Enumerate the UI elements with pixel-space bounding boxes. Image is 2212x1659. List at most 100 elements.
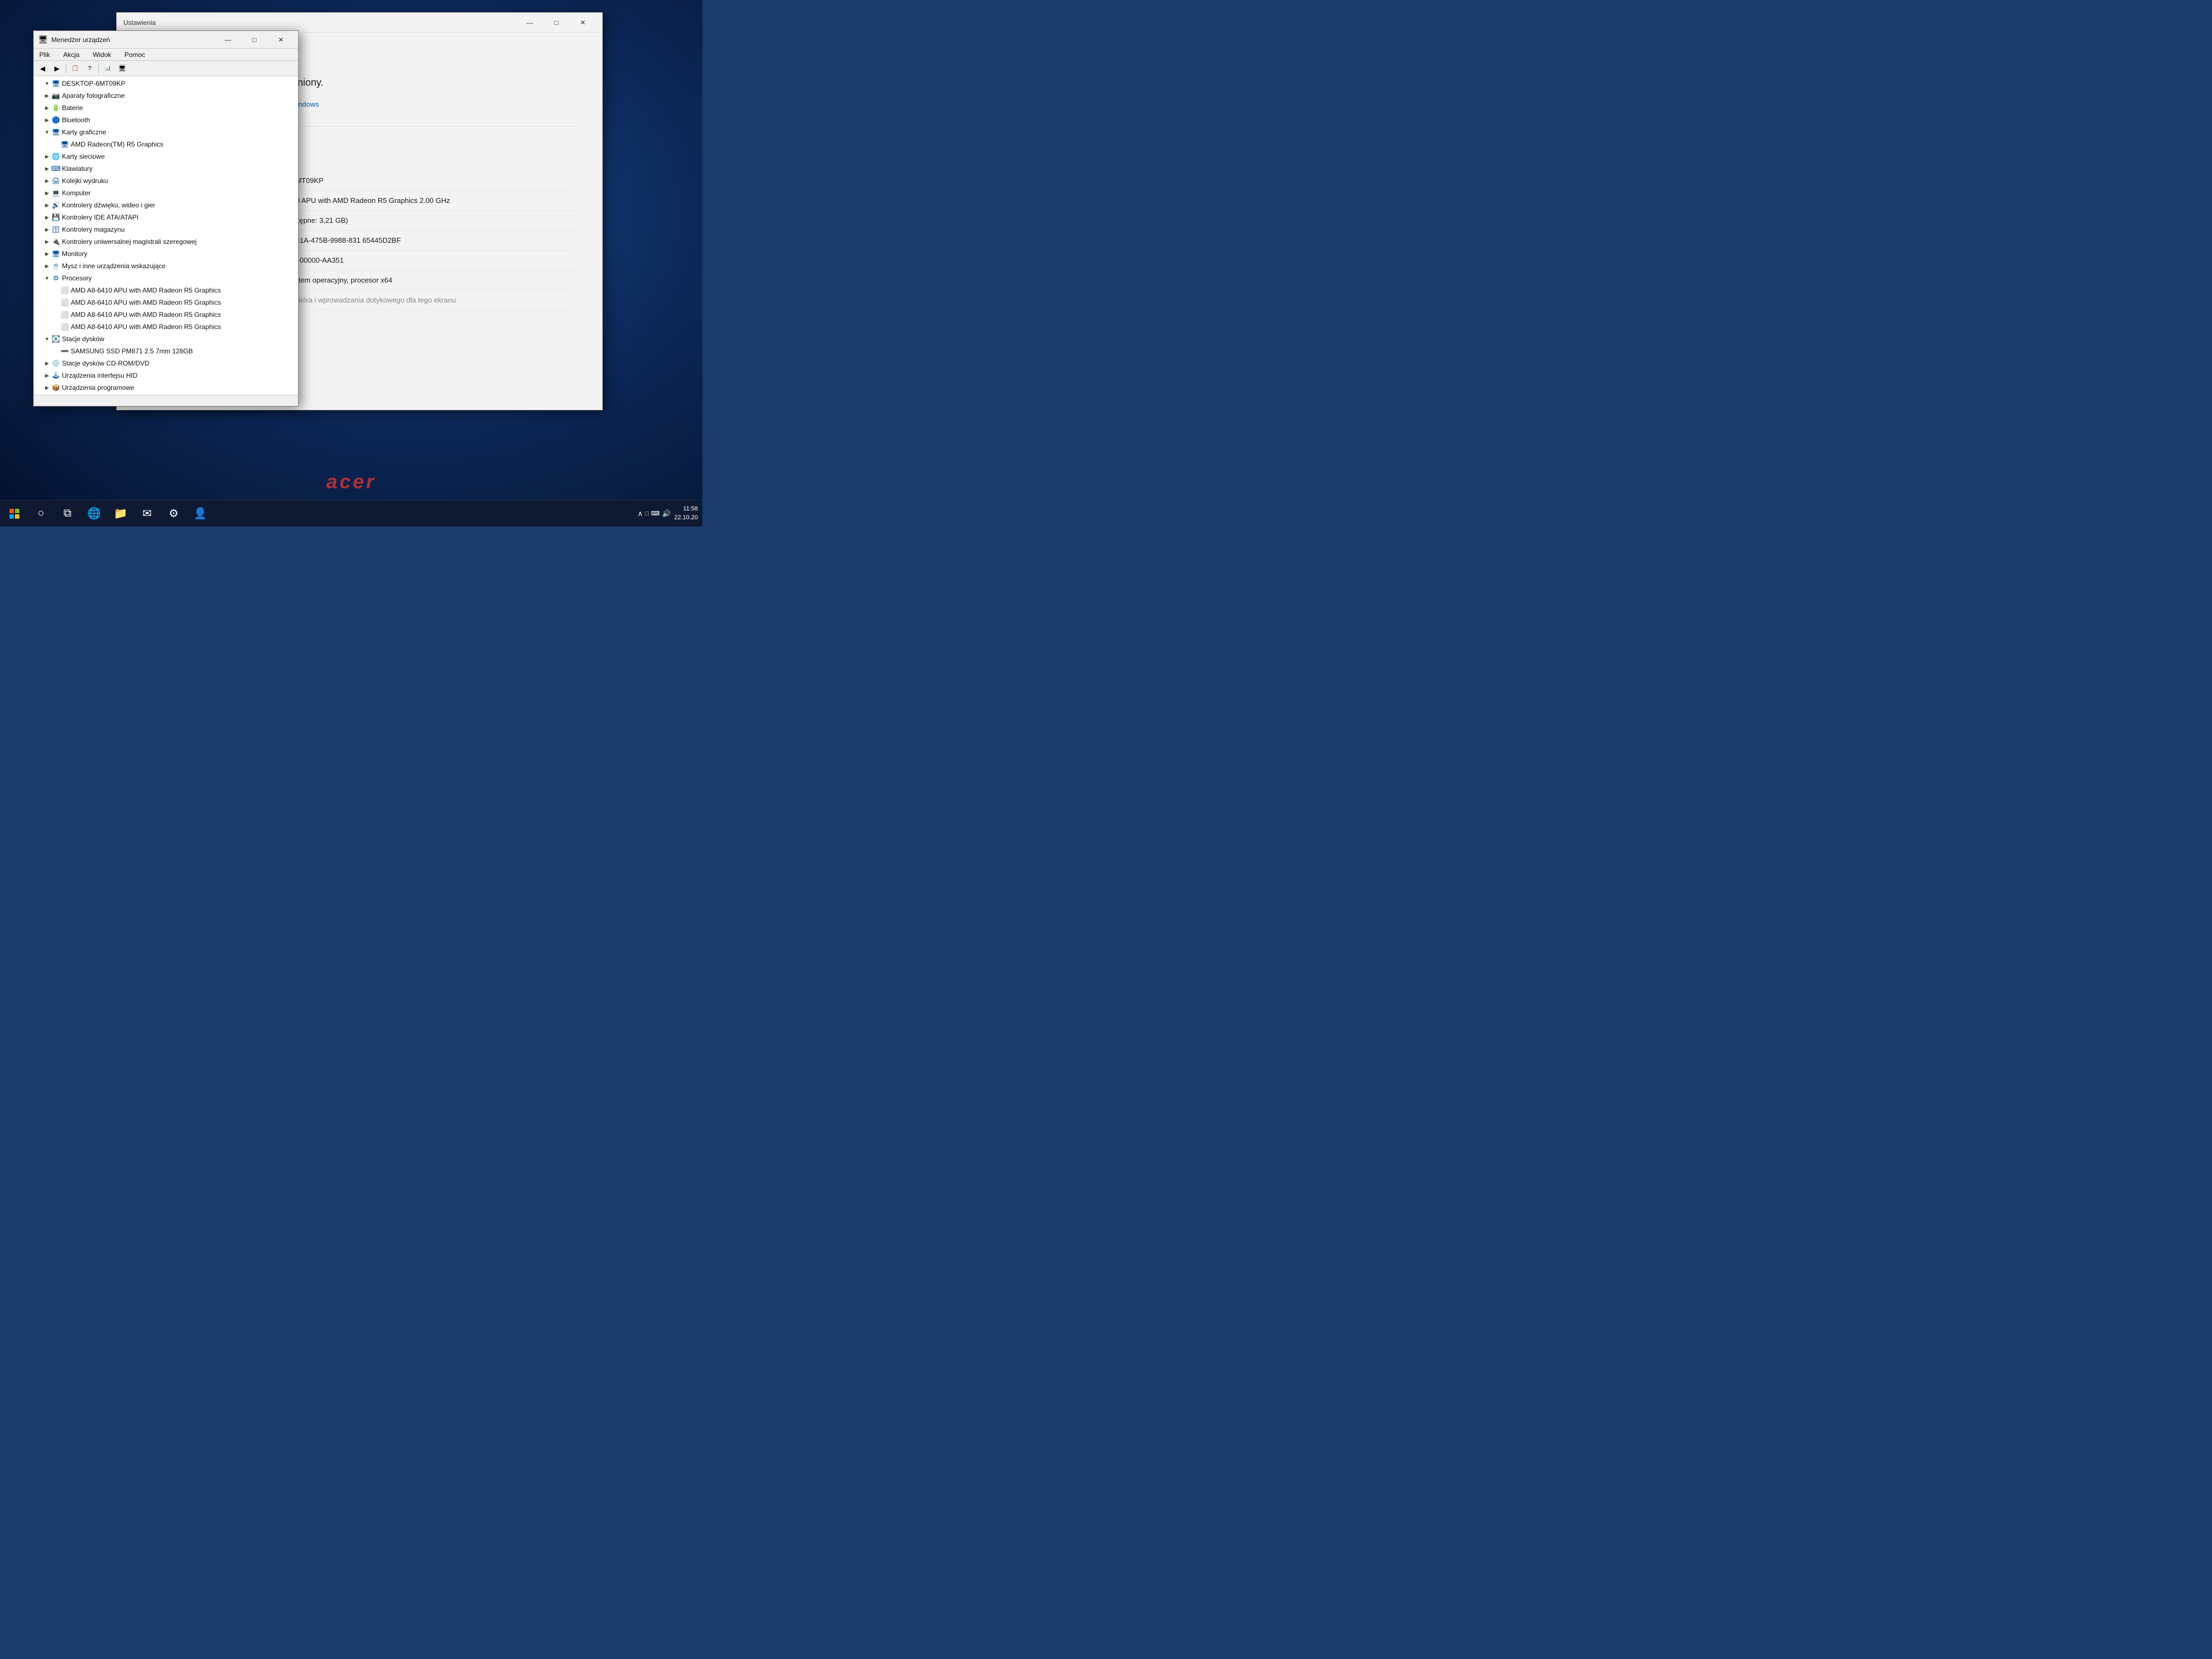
tree-expander: ▶ — [43, 152, 51, 161]
menu-item-pomoc[interactable]: Pomoc — [121, 50, 148, 60]
tree-item-label: Stacje dysków CD-ROM/DVD — [62, 359, 149, 367]
tree-item[interactable]: ▼ 💽 Stacje dysków — [34, 333, 298, 345]
devmgr-titlebar: 🖥 Menedżer urządzeń — □ ✕ — [34, 31, 298, 49]
tree-item[interactable]: ▼ 🖥 Karty graficzne — [34, 126, 298, 138]
tree-item[interactable]: ▶ 🌐 Karty sieciowe — [34, 150, 298, 163]
tree-item-icon: 📷 — [51, 91, 60, 100]
tree-expander: ▶ — [43, 91, 51, 100]
devmgr-tree[interactable]: ▼ 🖥 DESKTOP-6MT09KP ▶ 📷 Aparaty fotograf… — [34, 76, 298, 395]
tree-item[interactable]: ▶ 💻 Komputer — [34, 187, 298, 199]
tree-root[interactable]: ▼ 🖥 DESKTOP-6MT09KP — [34, 77, 298, 90]
tree-item[interactable]: ▶ 🕹 Urządzenia interfejsu HID — [34, 369, 298, 382]
toolbar-view[interactable]: 📊 — [101, 62, 114, 75]
tree-item[interactable]: ▶ 🗄 Kontrolery magazynu — [34, 223, 298, 236]
tree-item[interactable]: 🖥 AMD Radeon(TM) R5 Graphics — [34, 138, 298, 150]
tree-item-label: Komputer — [62, 189, 91, 197]
toolbar-help[interactable]: ? — [83, 62, 96, 75]
tree-item[interactable]: ▶ 🔋 Baterie — [34, 102, 298, 114]
taskbar-mail-button[interactable]: ✉ — [135, 502, 159, 526]
devmgr-minimize-button[interactable]: — — [215, 31, 241, 49]
acer-logo: acer — [326, 470, 376, 493]
settings-close-button[interactable]: ✕ — [570, 14, 596, 32]
menu-item-akcja[interactable]: Akcja — [60, 50, 82, 60]
toolbar-properties[interactable]: 📋 — [69, 62, 82, 75]
settings-window-title: Ustawienia — [123, 19, 156, 27]
spec-value: 00326-10000-00000-AA351 — [255, 256, 575, 264]
taskbar-taskview-button[interactable]: ⧉ — [55, 502, 80, 526]
tree-expander: ▶ — [43, 116, 51, 124]
tree-item[interactable]: ▶ 🔊 Kontrolery dźwięku, wideo i gier — [34, 199, 298, 211]
tree-item[interactable]: ⬜ AMD A8-6410 APU with AMD Radeon R5 Gra… — [34, 296, 298, 309]
tree-item[interactable]: ▶ 💿 Stacje dysków CD-ROM/DVD — [34, 357, 298, 369]
menu-item-widok[interactable]: Widok — [90, 50, 114, 60]
taskbar-explorer-button[interactable]: 📁 — [108, 502, 133, 526]
tree-expander — [51, 322, 60, 331]
tree-item-label: Kontrolery dźwięku, wideo i gier — [62, 201, 155, 209]
tree-item[interactable]: ▶ 🔵 Bluetooth — [34, 114, 298, 126]
tree-item-label: AMD A8-6410 APU with AMD Radeon R5 Graph… — [71, 323, 221, 331]
tree-expander — [51, 310, 60, 319]
tree-item[interactable]: ▶ 🖱 Mysz i inne urządzenia wskazujące — [34, 260, 298, 272]
devmgr-title-area: 🖥 Menedżer urządzeń — [38, 35, 110, 44]
taskbar-keyboard-icon[interactable]: ⌨ — [651, 510, 660, 517]
tree-item-label: Kontrolery uniwersalnej magistrali szere… — [62, 238, 196, 246]
tree-item-icon: ⚙ — [51, 274, 60, 283]
taskbar-left: ○⧉🌐📁✉⚙👤 — [0, 502, 638, 526]
taskbar-search-button[interactable]: ○ — [29, 502, 53, 526]
tree-expander: ▶ — [43, 262, 51, 270]
tree-item[interactable]: ▶ ⌨ Klawiatury — [34, 163, 298, 175]
tree-item-label: Urządzenia programowe — [62, 384, 134, 392]
toolbar-back[interactable]: ◀ — [36, 62, 49, 75]
taskbar-edge-button[interactable]: 🌐 — [82, 502, 106, 526]
taskbar-start-button[interactable] — [2, 502, 27, 526]
tree-item[interactable]: ➖ SAMSUNG SSD PM871 2.5 7mm 128GB — [34, 345, 298, 357]
tree-item[interactable]: ⬜ AMD A8-6410 APU with AMD Radeon R5 Gra… — [34, 284, 298, 296]
tree-item-label: AMD A8-6410 APU with AMD Radeon R5 Graph… — [71, 286, 221, 294]
settings-titlebar: Ustawienia — □ ✕ — [117, 13, 602, 33]
tree-item[interactable]: ▶ 💾 Kontrolery IDE ATA/ATAPI — [34, 211, 298, 223]
tree-item-label: Kontrolery magazynu — [62, 226, 124, 233]
toolbar-computer[interactable]: 🖥 — [116, 62, 129, 75]
tree-item[interactable]: ▼ ⚙ Procesory — [34, 272, 298, 284]
tree-expander — [51, 298, 60, 307]
taskbar-date: 22.10.20 — [674, 514, 698, 522]
tree-item-icon: 🖥 — [51, 128, 60, 137]
taskbar-right: ∧ □ ⌨ 🔊 11:58 22.10.20 — [638, 505, 702, 522]
taskbar-notification-icon[interactable]: ∧ — [638, 509, 643, 518]
tree-item[interactable]: ▶ 🖥 Monitory — [34, 248, 298, 260]
tree-item-icon: 💽 — [51, 335, 60, 343]
spec-value: Brak obsługi pióra i wprowadzania dotyko… — [255, 296, 575, 304]
toolbar-forward[interactable]: ▶ — [50, 62, 64, 75]
taskbar-settings-button[interactable]: ⚙ — [161, 502, 186, 526]
tree-item[interactable]: ▶ 📦 Urządzenia programowe — [34, 382, 298, 394]
tree-expander: ▶ — [43, 371, 51, 380]
settings-maximize-button[interactable]: □ — [544, 14, 569, 32]
settings-minimize-button[interactable]: — — [517, 14, 542, 32]
tree-item-icon: 🖥 — [60, 140, 69, 149]
tree-item-label: Bluetooth — [62, 116, 90, 124]
tree-item[interactable]: ▶ 🔌 Kontrolery uniwersalnej magistrali s… — [34, 236, 298, 248]
tree-item[interactable]: ⬜ AMD A8-6410 APU with AMD Radeon R5 Gra… — [34, 321, 298, 333]
tree-item-icon: ⬜ — [60, 310, 69, 319]
devmgr-close-button[interactable]: ✕ — [268, 31, 294, 49]
tree-item-label: Monitory — [62, 250, 87, 258]
tree-item-label: Stacje dysków — [62, 335, 105, 343]
tree-item-label: Mysz i inne urządzenia wskazujące — [62, 262, 165, 270]
taskbar-volume-icon[interactable]: 🔊 — [662, 509, 671, 518]
tree-item[interactable]: ▶ 📷 Aparaty fotograficzne — [34, 90, 298, 102]
tree-expander: ▶ — [43, 201, 51, 210]
taskbar-clock[interactable]: 11:58 22.10.20 — [674, 505, 698, 522]
tree-item[interactable]: ▶ 🖨 Kolejki wydruku — [34, 175, 298, 187]
tree-expander: ▶ — [43, 103, 51, 112]
menu-item-plik[interactable]: Plik — [36, 50, 53, 60]
taskbar-lang-icon[interactable]: □ — [645, 510, 649, 517]
tree-item-icon: ⬜ — [60, 298, 69, 307]
spec-value: AMD A8-6410 APU with AMD Radeon R5 Graph… — [255, 196, 575, 205]
taskbar-people-button[interactable]: 👤 — [188, 502, 212, 526]
tree-expander — [51, 286, 60, 295]
tree-root-label: DESKTOP-6MT09KP — [62, 80, 125, 87]
tree-item-label: Aparaty fotograficzne — [62, 92, 124, 100]
spec-value: DESKTOP-6MT09KP — [255, 176, 575, 185]
tree-item[interactable]: ⬜ AMD A8-6410 APU with AMD Radeon R5 Gra… — [34, 309, 298, 321]
devmgr-maximize-button[interactable]: □ — [242, 31, 267, 49]
